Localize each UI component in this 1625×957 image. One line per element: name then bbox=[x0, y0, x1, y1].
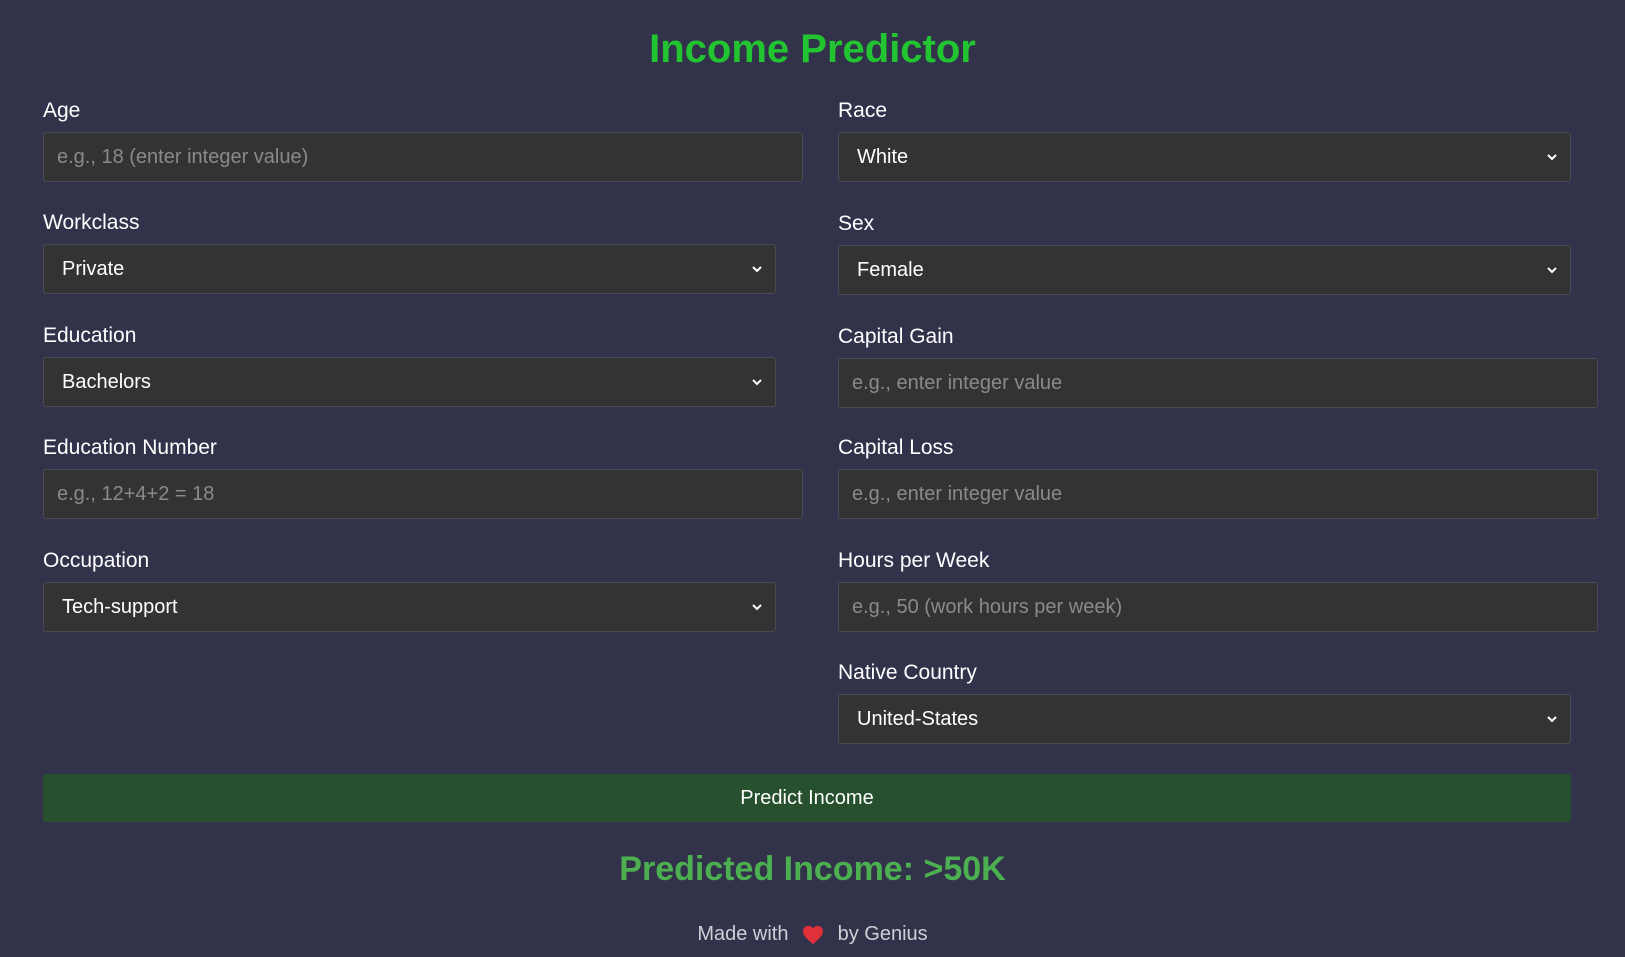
chevron-down-icon bbox=[752, 604, 762, 611]
heart-icon bbox=[803, 925, 824, 944]
footer: Made with by Genius bbox=[0, 922, 1625, 946]
native-country-select[interactable]: United-States bbox=[838, 694, 1571, 744]
race-selected-value: White bbox=[857, 145, 909, 168]
footer-text-before: Made with bbox=[697, 923, 789, 945]
workclass-select[interactable]: Private bbox=[43, 244, 776, 294]
workclass-selected-value: Private bbox=[62, 257, 125, 280]
capital-gain-label: Capital Gain bbox=[838, 325, 954, 348]
workclass-field: Workclass Private bbox=[43, 210, 776, 298]
chevron-down-icon bbox=[1547, 267, 1557, 274]
capital-gain-input[interactable] bbox=[838, 358, 1598, 408]
page-title: Income Predictor bbox=[649, 27, 976, 71]
occupation-select[interactable]: Tech-support bbox=[43, 582, 776, 632]
hours-per-week-label: Hours per Week bbox=[838, 549, 990, 572]
education-label: Education bbox=[43, 324, 137, 347]
sex-select[interactable]: Female bbox=[838, 245, 1571, 295]
education-field: Education Bachelors bbox=[43, 323, 776, 411]
chevron-down-icon bbox=[1547, 716, 1557, 723]
capital-gain-field: Capital Gain bbox=[838, 324, 1598, 412]
occupation-field: Occupation Tech-support bbox=[43, 548, 776, 636]
native-country-label: Native Country bbox=[838, 661, 977, 684]
age-label: Age bbox=[43, 99, 81, 122]
native-country-selected-value: United-States bbox=[857, 707, 979, 730]
occupation-label: Occupation bbox=[43, 549, 150, 572]
sex-selected-value: Female bbox=[857, 258, 924, 281]
income-predictor-page: Income Predictor Age Workclass Private E… bbox=[0, 0, 1625, 957]
predicted-income-result: Predicted Income: >50K bbox=[619, 850, 1006, 888]
education-select[interactable]: Bachelors bbox=[43, 357, 776, 407]
education-selected-value: Bachelors bbox=[62, 370, 151, 393]
hours-per-week-field: Hours per Week bbox=[838, 548, 1598, 636]
predict-income-button[interactable]: Predict Income bbox=[43, 774, 1571, 822]
age-input[interactable] bbox=[43, 132, 803, 182]
hours-per-week-input[interactable] bbox=[838, 582, 1598, 632]
capital-loss-label: Capital Loss bbox=[838, 436, 954, 459]
capital-loss-input[interactable] bbox=[838, 469, 1598, 519]
education-number-label: Education Number bbox=[43, 436, 217, 459]
footer-text-after: by Genius bbox=[837, 923, 928, 945]
age-field: Age bbox=[43, 98, 803, 186]
sex-field: Sex Female bbox=[838, 211, 1571, 299]
chevron-down-icon bbox=[1547, 154, 1557, 161]
workclass-label: Workclass bbox=[43, 211, 140, 234]
chevron-down-icon bbox=[752, 379, 762, 386]
education-number-input[interactable] bbox=[43, 469, 803, 519]
race-label: Race bbox=[838, 99, 888, 122]
race-select[interactable]: White bbox=[838, 132, 1571, 182]
sex-label: Sex bbox=[838, 212, 875, 235]
education-number-field: Education Number bbox=[43, 435, 803, 523]
occupation-selected-value: Tech-support bbox=[62, 595, 178, 618]
native-country-field: Native Country United-States bbox=[838, 660, 1571, 748]
chevron-down-icon bbox=[752, 266, 762, 273]
race-field: Race White bbox=[838, 98, 1571, 186]
capital-loss-field: Capital Loss bbox=[838, 435, 1598, 523]
